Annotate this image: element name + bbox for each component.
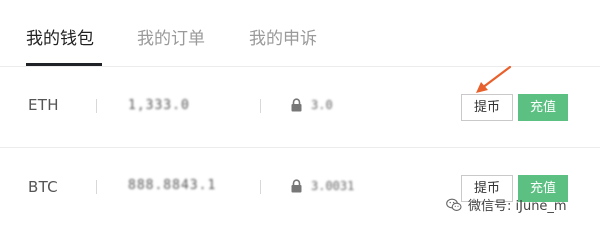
lock-icon (291, 179, 302, 193)
frozen-amount: 3.0 (290, 98, 333, 112)
watermark-text: 微信号: iJune_m (468, 199, 567, 214)
balance-value: 1,333.0 (128, 98, 190, 113)
wallet-page: 我的钱包 我的订单 我的申诉 ETH 1,333.0 3.0 提币 充值 BTC… (0, 0, 600, 232)
wechat-icon (446, 198, 462, 211)
wechat-watermark: 微信号: iJune_m (446, 195, 567, 214)
currency-label: BTC (28, 178, 58, 196)
tab-my-orders[interactable]: 我的订单 (137, 28, 205, 50)
tab-my-appeals[interactable]: 我的申诉 (249, 28, 317, 50)
active-tab-indicator (26, 63, 102, 66)
withdraw-button[interactable]: 提币 (461, 94, 513, 121)
frozen-amount: 3.0031 (290, 179, 354, 193)
divider (260, 99, 261, 113)
tab-bar: 我的钱包 我的订单 我的申诉 (0, 0, 600, 67)
divider (96, 99, 97, 113)
frozen-value: 3.0 (311, 98, 333, 112)
annotation-arrow-icon (476, 65, 512, 93)
divider (260, 180, 261, 194)
deposit-button[interactable]: 充值 (518, 94, 568, 121)
lock-icon (291, 98, 302, 112)
currency-label: ETH (28, 96, 59, 114)
balance-value: 888.8843.1 (128, 178, 217, 193)
divider (96, 180, 97, 194)
frozen-value: 3.0031 (311, 179, 355, 193)
wallet-row-btc: BTC 888.8843.1 3.0031 提币 充值 (0, 148, 600, 232)
tab-my-wallet[interactable]: 我的钱包 (26, 28, 94, 50)
